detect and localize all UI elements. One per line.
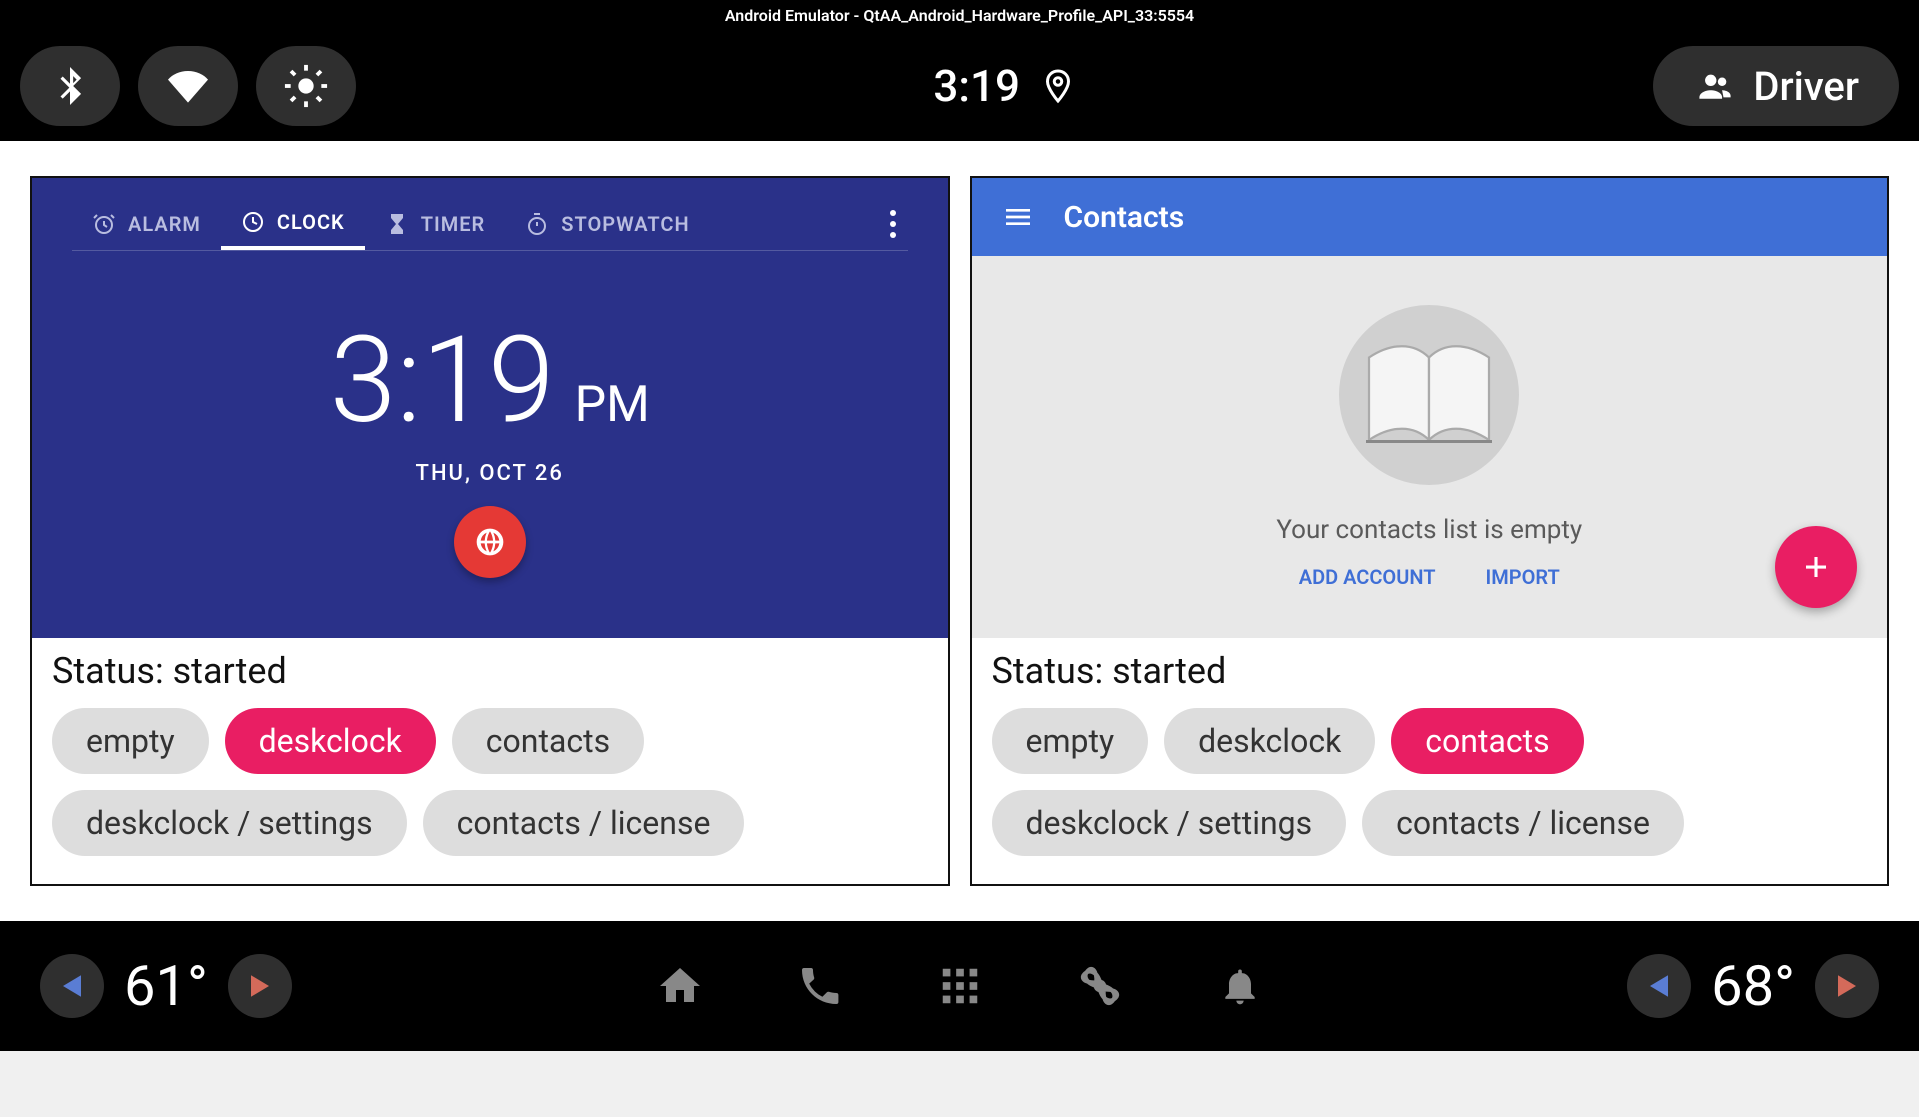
chip-contacts[interactable]: contacts	[452, 708, 644, 774]
window-title: Android Emulator - QtAA_Android_Hardware…	[0, 0, 1919, 31]
chip-contacts-r[interactable]: contacts	[1391, 708, 1583, 774]
add-account-button[interactable]: ADD ACCOUNT	[1299, 565, 1436, 589]
chip-deskclock-r[interactable]: deskclock	[1164, 708, 1375, 774]
tab-alarm[interactable]: ALARM	[72, 200, 221, 248]
driver-button[interactable]: Driver	[1653, 46, 1899, 126]
home-icon	[656, 962, 704, 1010]
bottom-bar: 61° 68°	[0, 921, 1919, 1051]
tab-clock[interactable]: CLOCK	[221, 198, 365, 250]
tab-timer-label: TIMER	[421, 212, 486, 236]
chip-deskclock[interactable]: deskclock	[225, 708, 436, 774]
hourglass-icon	[385, 212, 409, 236]
chip-deskclock-settings[interactable]: deskclock / settings	[52, 790, 407, 856]
left-temp-up[interactable]	[228, 954, 292, 1018]
right-temp-value: 68°	[1711, 953, 1795, 1019]
statusbar-time: 3:19	[933, 60, 1020, 112]
left-temp-down[interactable]	[40, 954, 104, 1018]
hamburger-icon[interactable]	[1002, 201, 1034, 233]
right-temp-control: 68°	[1627, 953, 1879, 1019]
chip-empty-r[interactable]: empty	[992, 708, 1149, 774]
fan-icon	[1075, 961, 1125, 1011]
tab-stopwatch-label: STOPWATCH	[561, 212, 689, 236]
tab-stopwatch[interactable]: STOPWATCH	[505, 200, 709, 248]
brightness-button[interactable]	[256, 46, 356, 126]
people-icon	[1693, 69, 1737, 103]
right-panel: Contacts Your contacts list is empty ADD…	[970, 176, 1890, 886]
bluetooth-icon	[51, 60, 89, 112]
book-icon	[1339, 305, 1519, 485]
world-clock-button[interactable]	[454, 506, 526, 578]
chip-contacts-license[interactable]: contacts / license	[423, 790, 745, 856]
notifications-button[interactable]	[1215, 961, 1265, 1011]
clock-period: PM	[575, 376, 650, 434]
phone-icon	[796, 962, 844, 1010]
apps-button[interactable]	[935, 961, 985, 1011]
contacts-title: Contacts	[1064, 200, 1185, 235]
driver-label: Driver	[1753, 63, 1859, 110]
left-temp-value: 61°	[124, 953, 208, 1019]
contacts-empty-text: Your contacts list is empty	[1276, 515, 1582, 545]
home-button[interactable]	[655, 961, 705, 1011]
chip-contacts-license-r[interactable]: contacts / license	[1362, 790, 1684, 856]
right-status-text: Status: started	[992, 650, 1868, 692]
plus-icon	[1801, 552, 1831, 582]
tab-alarm-label: ALARM	[128, 212, 201, 236]
add-contact-button[interactable]	[1775, 526, 1857, 608]
location-icon	[1040, 62, 1076, 110]
brightness-icon	[283, 63, 329, 109]
clock-date: THU, OCT 26	[416, 461, 564, 486]
bluetooth-button[interactable]	[20, 46, 120, 126]
stopwatch-icon	[525, 212, 549, 236]
chip-deskclock-settings-r[interactable]: deskclock / settings	[992, 790, 1347, 856]
clock-icon	[241, 210, 265, 234]
wifi-button[interactable]	[138, 46, 238, 126]
tab-timer[interactable]: TIMER	[365, 200, 506, 248]
tab-clock-label: CLOCK	[277, 210, 345, 234]
alarm-icon	[92, 212, 116, 236]
clock-app: ALARM CLOCK TIMER STOPWATCH	[32, 178, 948, 638]
clock-time-value: 3:19	[330, 311, 555, 451]
wifi-icon	[162, 66, 214, 106]
triangle-right-icon	[1838, 975, 1856, 997]
right-temp-down[interactable]	[1627, 954, 1691, 1018]
panels-container: ALARM CLOCK TIMER STOPWATCH	[0, 141, 1919, 921]
fan-button[interactable]	[1075, 961, 1125, 1011]
globe-icon	[474, 526, 506, 558]
left-temp-control: 61°	[40, 953, 292, 1019]
contacts-app: Contacts Your contacts list is empty ADD…	[972, 178, 1888, 638]
bell-icon	[1218, 962, 1262, 1010]
triangle-left-icon	[1650, 975, 1668, 997]
import-button[interactable]: IMPORT	[1486, 565, 1560, 589]
right-temp-up[interactable]	[1815, 954, 1879, 1018]
triangle-left-icon	[63, 975, 81, 997]
apps-grid-icon	[937, 963, 983, 1009]
triangle-right-icon	[251, 975, 269, 997]
left-status-text: Status: started	[52, 650, 928, 692]
status-bar: 3:19 Driver	[0, 31, 1919, 141]
chip-empty[interactable]: empty	[52, 708, 209, 774]
clock-menu-button[interactable]	[878, 198, 908, 250]
left-panel: ALARM CLOCK TIMER STOPWATCH	[30, 176, 950, 886]
phone-button[interactable]	[795, 961, 845, 1011]
